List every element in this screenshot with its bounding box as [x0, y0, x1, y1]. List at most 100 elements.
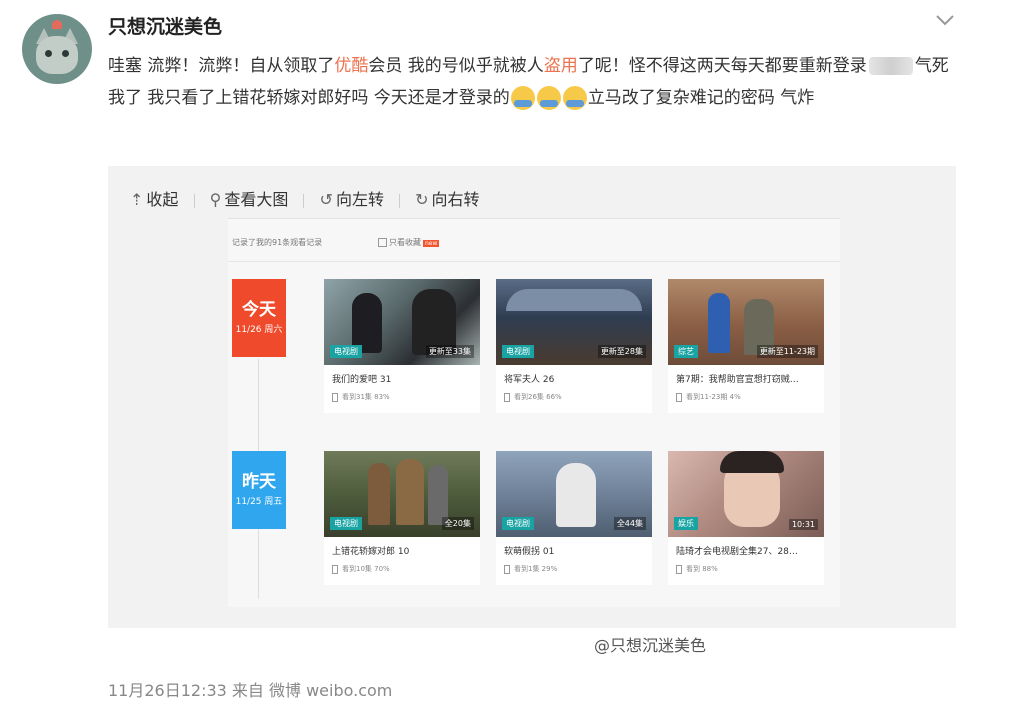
cat-eye	[45, 50, 52, 57]
rotate-right-label: 向右转	[431, 190, 480, 209]
category-tag: 电视剧	[330, 345, 362, 358]
brand-link[interactable]: 优酷	[334, 56, 368, 76]
card-title: 我们的爱吧 31	[332, 375, 392, 385]
collapse-label: 收起	[146, 190, 179, 209]
watermark: @只想沉迷美色	[594, 636, 707, 655]
checkbox	[378, 238, 387, 247]
emoji-icon	[510, 86, 535, 110]
post-footer[interactable]: 11月26日12:33 来自 微博 weibo.com	[108, 677, 392, 701]
person-figure	[368, 463, 390, 525]
day-title: 昨天	[242, 472, 276, 492]
history-card: 娱乐 10:31 陆琦才会电视剧全集27、28… 看到 88%	[668, 451, 824, 585]
divider	[193, 193, 195, 208]
card-progress: 看到1集 29%	[496, 557, 652, 574]
history-header: 记录了我的91条观看记录	[232, 238, 323, 247]
chevron-down-icon[interactable]	[936, 14, 954, 26]
post-text-part: 立马改了复杂难记的密码 气炸	[587, 88, 815, 108]
day-block-today: 今天 11/26 周六	[232, 279, 286, 357]
redacted-blur	[868, 57, 913, 75]
progress-text: 看到1集 29%	[514, 565, 558, 573]
media-toolbar: ⇡ 收起 ⚲ 查看大图 ↺ 向左转 ↻ 向右转	[130, 186, 488, 210]
person-figure	[428, 465, 448, 525]
category-tag: 娱乐	[674, 517, 698, 530]
video-thumbnail: 电视剧 全44集	[496, 451, 652, 537]
progress-text: 看到31集 83%	[342, 393, 390, 401]
card-title: 将军夫人 26	[504, 375, 555, 385]
card-progress: 看到10集 70%	[324, 557, 480, 574]
post-text-part: 哇塞 流弊！流弊！自从领取了	[108, 56, 335, 76]
episode-badge: 更新至28集	[597, 345, 646, 358]
episode-badge: 更新至33集	[425, 345, 474, 358]
person-figure	[396, 459, 424, 525]
rotate-right-icon: ↻	[415, 190, 429, 209]
episode-badge: 10:31	[788, 519, 818, 530]
history-card: 综艺 更新至11-23期 第7期：我帮助官宣想打窃贼… 看到11-23期 4%	[668, 279, 824, 413]
card-title: 陆琦才会电视剧全集27、28…	[676, 547, 798, 557]
divider	[303, 193, 305, 208]
day-block-yesterday: 昨天 11/25 周五	[232, 451, 286, 529]
device-icon	[504, 564, 510, 574]
hat-decoration	[52, 20, 62, 29]
new-badge: new	[423, 240, 440, 247]
card-title: 软萌假拐 01	[504, 547, 555, 557]
device-icon	[676, 392, 682, 402]
card-progress: 看到11-23期 4%	[668, 385, 824, 402]
only-favorites-label: 只看收藏	[389, 238, 421, 247]
card-progress: 看到26集 66%	[496, 385, 652, 402]
progress-text: 看到10集 70%	[342, 565, 390, 573]
history-card: 电视剧 更新至33集 我们的爱吧 31 看到31集 83%	[324, 279, 480, 413]
post-text: 哇塞 流弊！流弊！自从领取了优酷会员 我的号似乎就被人盗用了呢！怪不得这两天每天…	[108, 50, 958, 114]
day-title: 今天	[242, 300, 276, 320]
video-thumbnail: 电视剧 全20集	[324, 451, 480, 537]
magnifier-icon: ⚲	[209, 190, 222, 209]
video-thumbnail: 电视剧 更新至28集	[496, 279, 652, 365]
video-thumbnail: 综艺 更新至11-23期	[668, 279, 824, 365]
collapse-button[interactable]: ⇡ 收起	[130, 186, 178, 210]
rotate-right-button[interactable]: ↻ 向右转	[415, 186, 479, 210]
watch-history-screenshot[interactable]: 记录了我的91条观看记录 只看收藏 new 今天 11/26 周六 昨天 11/2…	[228, 218, 840, 655]
tent-roof	[506, 289, 642, 311]
topic-link[interactable]: 盗用	[544, 56, 578, 76]
username[interactable]: 只想沉迷美色	[108, 12, 222, 39]
view-large-label: 查看大图	[224, 190, 289, 209]
avatar[interactable]	[22, 14, 92, 84]
divider	[399, 193, 401, 208]
emoji-icon	[562, 86, 587, 110]
view-large-button[interactable]: ⚲ 查看大图	[210, 186, 289, 210]
episode-badge: 全44集	[613, 517, 646, 530]
hair	[720, 451, 784, 473]
device-icon	[332, 392, 338, 402]
rotate-left-label: 向左转	[335, 190, 384, 209]
person-figure	[352, 293, 382, 353]
divider	[228, 261, 840, 262]
day-date: 11/26 周六	[235, 325, 283, 335]
collapse-icon: ⇡	[130, 190, 144, 209]
video-thumbnail: 电视剧 更新至33集	[324, 279, 480, 365]
progress-text: 看到26集 66%	[514, 393, 562, 401]
history-card: 电视剧 全44集 软萌假拐 01 看到1集 29%	[496, 451, 652, 585]
cat-eye	[62, 50, 69, 57]
video-thumbnail: 娱乐 10:31	[668, 451, 824, 537]
card-title: 上错花轿嫁对郎 10	[332, 547, 410, 557]
cat-face	[36, 36, 78, 74]
category-tag: 电视剧	[330, 517, 362, 530]
media-panel: ⇡ 收起 ⚲ 查看大图 ↺ 向左转 ↻ 向右转 记录了我的91条观看记录 只看收藏 new…	[108, 166, 956, 655]
only-favorites-toggle: 只看收藏 new	[378, 237, 440, 248]
category-tag: 综艺	[674, 345, 698, 358]
episode-badge: 更新至11-23期	[756, 345, 818, 358]
progress-text: 看到11-23期 4%	[686, 393, 741, 401]
rotate-left-icon: ↺	[319, 190, 333, 209]
rotate-left-button[interactable]: ↺ 向左转	[320, 186, 384, 210]
person-figure	[708, 293, 730, 353]
progress-text: 看到 88%	[686, 565, 718, 573]
emoji-icon	[536, 86, 561, 110]
device-icon	[676, 564, 682, 574]
history-card: 电视剧 全20集 上错花轿嫁对郎 10 看到10集 70%	[324, 451, 480, 585]
card-title: 第7期：我帮助官宣想打窃贼…	[676, 375, 799, 385]
device-icon	[504, 392, 510, 402]
history-card: 电视剧 更新至28集 将军夫人 26 看到26集 66%	[496, 279, 652, 413]
category-tag: 电视剧	[502, 345, 534, 358]
post-text-part: 会员 我的号似乎就被人	[368, 56, 544, 76]
category-tag: 电视剧	[502, 517, 534, 530]
episode-badge: 全20集	[441, 517, 474, 530]
